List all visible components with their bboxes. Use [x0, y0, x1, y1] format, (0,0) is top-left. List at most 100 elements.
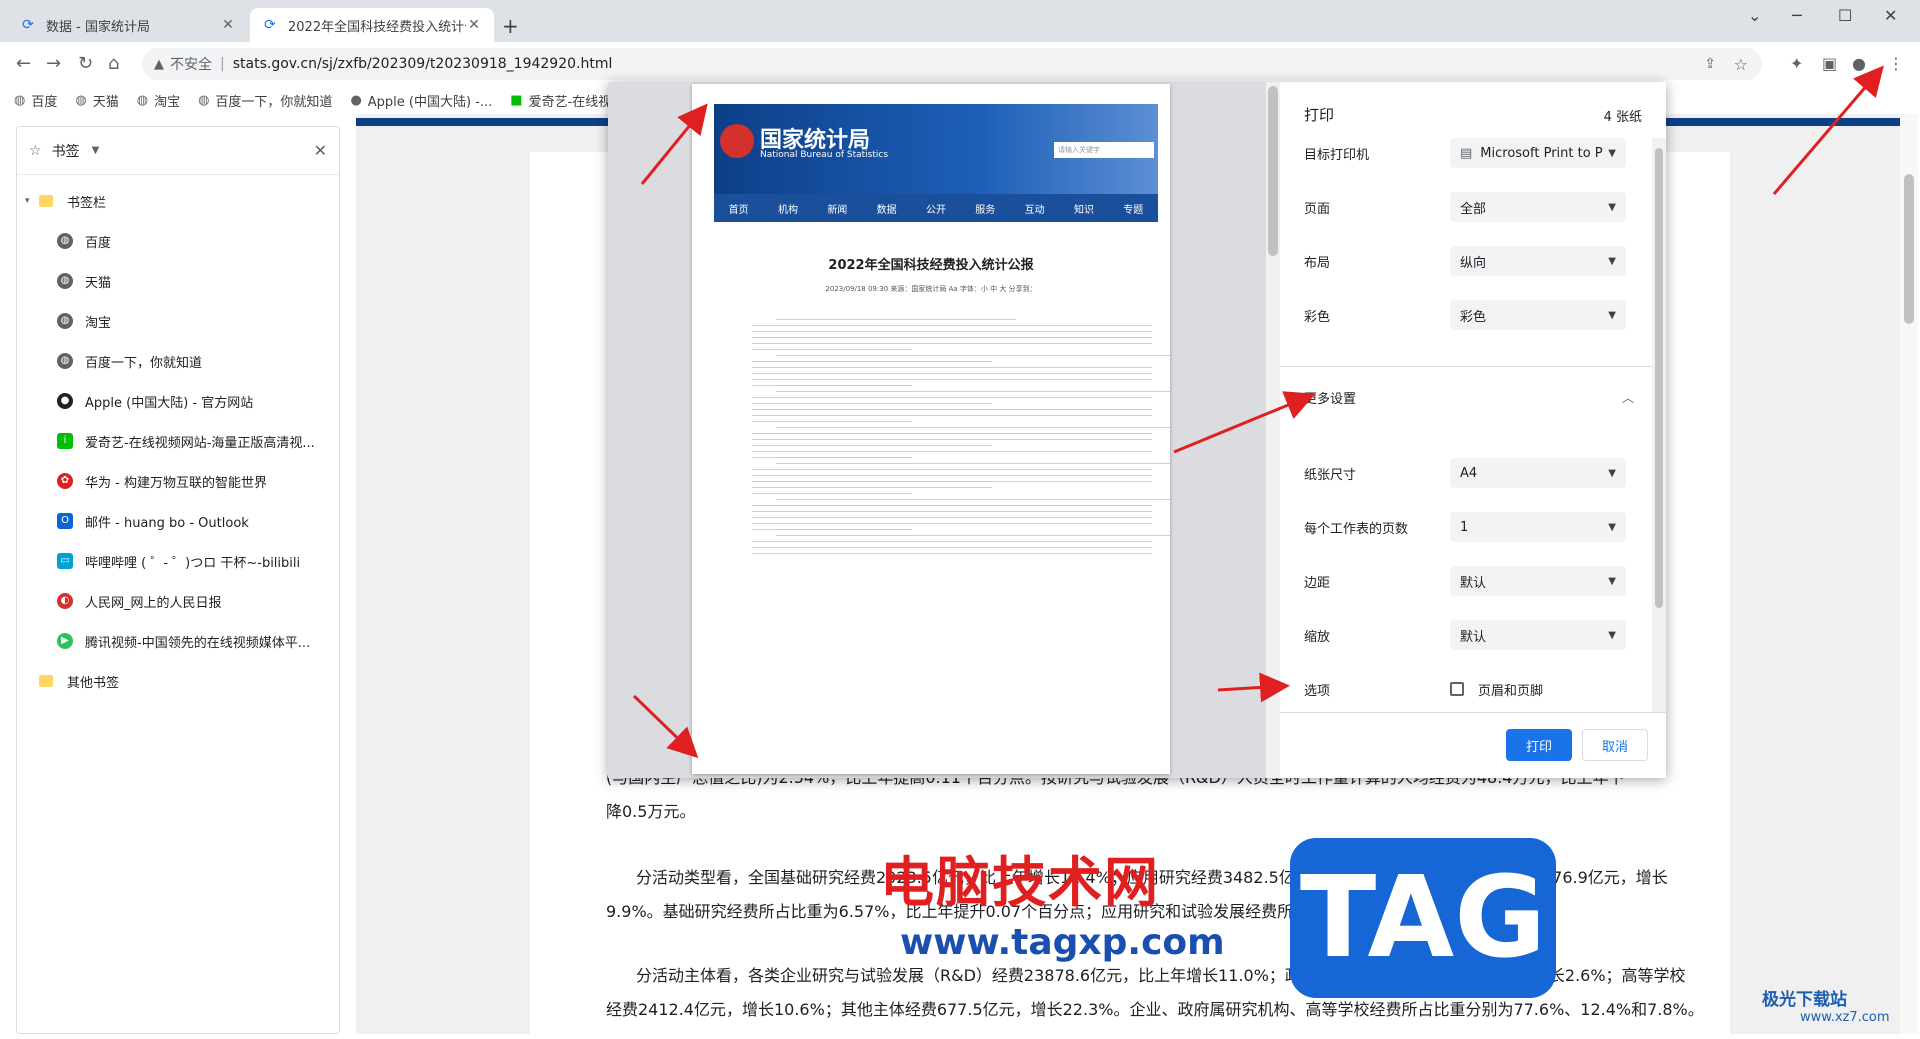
share-icon[interactable]: ⇪ [1704, 56, 1716, 72]
layout-row: 布局 纵向 ▼ [1304, 244, 1650, 278]
page-scrollbar[interactable] [1900, 114, 1918, 1034]
bookmark-item[interactable]: ▭ 哔哩哔哩 ( ゜- ゜)つロ 干杯~-bilibili [17, 541, 339, 581]
forward-button[interactable]: → [46, 53, 61, 74]
url-text: stats.gov.cn/sj/zxfb/202309/t20230918_19… [232, 56, 613, 72]
margins-select[interactable]: 默认 ▼ [1450, 566, 1626, 596]
divider [1280, 366, 1652, 367]
settings-scrollbar[interactable] [1652, 138, 1666, 712]
profile-icon[interactable]: ● [1852, 54, 1866, 73]
side-panel-header: ☆ 书签 ▼ ✕ [17, 127, 339, 175]
bilibili-icon: ▭ [57, 553, 73, 569]
scrollbar-thumb[interactable] [1655, 148, 1663, 608]
pages-select[interactable]: 全部 ▼ [1450, 192, 1626, 222]
bookmark-item[interactable]: ◐ 人民网_网上的人民日报 [17, 581, 339, 621]
preview-text-line [752, 331, 1152, 332]
address-bar[interactable]: ▲ 不安全 | stats.gov.cn/sj/zxfb/202309/t202… [142, 48, 1762, 80]
tencent-video-icon: ▶ [57, 633, 73, 649]
bookmark-taobao[interactable]: ◍ 淘宝 [137, 91, 180, 110]
side-panel-title[interactable]: 书签 [52, 141, 80, 161]
paper-size-select[interactable]: A4 ▼ [1450, 458, 1626, 488]
preview-text-line [752, 541, 1152, 542]
chevron-down-icon: ▼ [1608, 147, 1616, 159]
article-line: 降0.5万元。 [606, 802, 696, 821]
tab-search-icon[interactable]: ⌄ [1748, 6, 1761, 25]
expand-arrow-icon[interactable]: ▾ [25, 196, 39, 206]
margins-row: 边距 默认 ▼ [1304, 564, 1650, 598]
bookmark-item[interactable]: ● Apple (中国大陆) - 官方网站 [17, 381, 339, 421]
home-button[interactable]: ⌂ [108, 53, 119, 74]
apple-icon: ● [350, 92, 362, 108]
preview-text-line [776, 535, 1170, 536]
bookmark-item[interactable]: O 邮件 - huang bo - Outlook [17, 501, 339, 541]
layout-select[interactable]: 纵向 ▼ [1450, 246, 1626, 276]
bookmark-star-icon[interactable]: ☆ [1734, 55, 1748, 74]
preview-text-line [752, 415, 1152, 416]
bookmark-item[interactable]: ◍ 百度 [17, 221, 339, 261]
extensions-icon[interactable]: ✦ [1790, 54, 1803, 73]
close-window-button[interactable]: ✕ [1884, 6, 1897, 25]
sheet-count: 4 张纸 [1603, 110, 1642, 125]
preview-text-line [752, 517, 1152, 518]
pages-row: 页面 全部 ▼ [1304, 190, 1650, 224]
new-tab-button[interactable]: + [502, 14, 519, 38]
chevron-down-icon: ▼ [1608, 309, 1616, 321]
bookmark-item[interactable]: ◍ 天猫 [17, 261, 339, 301]
close-tab-icon[interactable]: ✕ [220, 17, 236, 33]
close-icon[interactable]: ✕ [314, 141, 327, 160]
chevron-down-icon: ▼ [1608, 521, 1616, 533]
side-panel-icon[interactable]: ▣ [1822, 54, 1837, 73]
people-icon: ◐ [57, 593, 73, 609]
color-select[interactable]: 彩色 ▼ [1450, 300, 1626, 330]
tab-report[interactable]: ⟳ 2022年全国科技经费投入统计公 ✕ [250, 8, 494, 42]
bookmark-item[interactable]: ✿ 华为 - 构建万物互联的智能世界 [17, 461, 339, 501]
link-icon: ⟳ [22, 17, 34, 33]
tab-data[interactable]: ⟳ 数据 - 国家统计局 ✕ [8, 8, 248, 42]
minimize-button[interactable]: ─ [1792, 6, 1802, 25]
preview-text-line [752, 475, 1152, 476]
folder-bookmarks-bar[interactable]: ▾ 书签栏 [17, 181, 339, 221]
bookmark-baidu-search[interactable]: ◍ 百度一下，你就知道 [198, 91, 332, 110]
paper-size-row: 纸张尺寸 A4 ▼ [1304, 456, 1650, 490]
bookmark-tmall[interactable]: ◍ 天猫 [75, 91, 118, 110]
maximize-button[interactable]: ☐ [1838, 6, 1852, 25]
dialog-buttons: 打印 取消 [1280, 712, 1666, 778]
bookmark-item[interactable]: i 爱奇艺-在线视频网站-海量正版高清视... [17, 421, 339, 461]
scale-select[interactable]: 默认 ▼ [1450, 620, 1626, 650]
bookmark-item[interactable]: ◍ 百度一下，你就知道 [17, 341, 339, 381]
globe-icon: ◍ [57, 353, 73, 369]
globe-icon: ◍ [57, 233, 73, 249]
site-logo-url: www.xz7.com [1800, 1010, 1890, 1025]
reload-button[interactable]: ↻ [78, 53, 93, 74]
header-footer-checkbox[interactable] [1450, 682, 1464, 696]
pages-per-sheet-select[interactable]: 1 ▼ [1450, 512, 1626, 542]
cancel-button[interactable]: 取消 [1582, 729, 1648, 761]
bookmark-apple[interactable]: ● Apple (中国大陆) -... [350, 91, 492, 110]
bookmark-iqiyi[interactable]: ■ 爱奇艺-在线视 [510, 91, 611, 110]
destination-select[interactable]: ▤ Microsoft Print to P ▼ [1450, 138, 1626, 168]
bookmark-item[interactable]: ▶ 腾讯视频-中国领先的在线视频媒体平... [17, 621, 339, 661]
scrollbar-thumb[interactable] [1268, 86, 1278, 256]
bookmark-item[interactable]: ◍ 淘宝 [17, 301, 339, 341]
close-tab-icon[interactable]: ✕ [466, 17, 482, 33]
preview-text-line [752, 361, 992, 362]
link-icon: ⟳ [264, 17, 276, 33]
print-button[interactable]: 打印 [1506, 729, 1572, 761]
preview-text-line [776, 427, 1170, 428]
folder-other-bookmarks[interactable]: 其他书签 [17, 661, 339, 701]
preview-text-line [752, 325, 1152, 326]
back-button[interactable]: ← [16, 53, 31, 74]
header-footer-label[interactable]: 页眉和页脚 [1478, 680, 1543, 699]
menu-icon[interactable]: ⋮ [1888, 54, 1904, 73]
iqiyi-icon: ■ [510, 92, 523, 108]
preview-nav: 首页 机构 新闻 数据 公开 服务 互动 知识 专题 [714, 194, 1158, 222]
more-settings-toggle[interactable]: 更多设置 ︿ [1304, 382, 1634, 412]
preview-banner: 国家统计局 National Bureau of Statistics 请输入关… [714, 104, 1158, 204]
preview-text-line [752, 385, 912, 386]
chevron-down-icon[interactable]: ▼ [92, 145, 100, 156]
preview-scrollbar[interactable] [1266, 82, 1280, 778]
scrollbar-thumb[interactable] [1904, 174, 1914, 324]
bookmark-baidu[interactable]: ◍ 百度 [14, 91, 57, 110]
preview-page: 国家统计局 National Bureau of Statistics 请输入关… [692, 84, 1170, 774]
preview-text-line [752, 337, 1152, 338]
chevron-down-icon: ▼ [1608, 467, 1616, 479]
